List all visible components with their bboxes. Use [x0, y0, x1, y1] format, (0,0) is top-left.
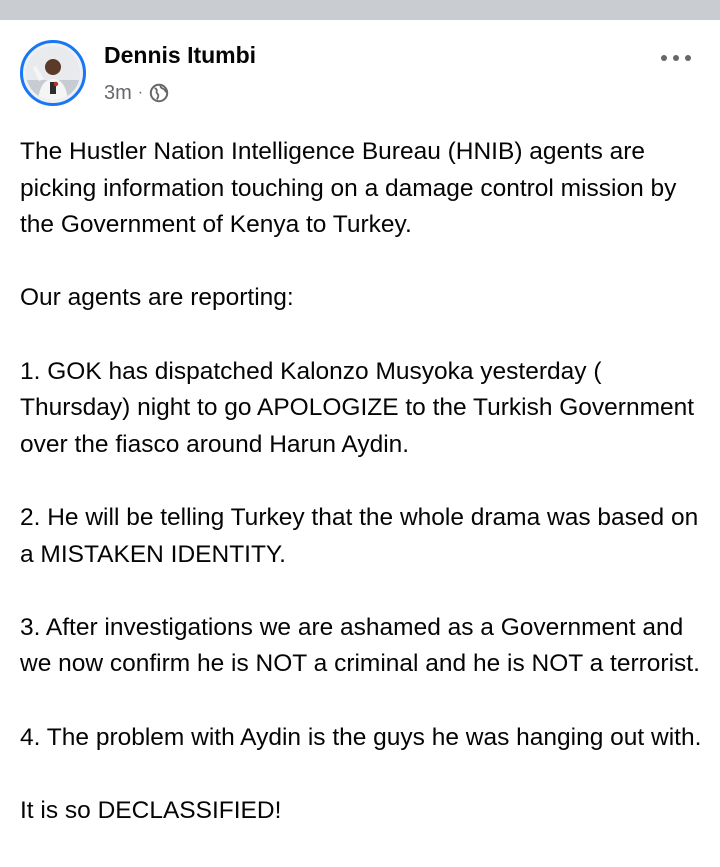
more-options-button[interactable] — [656, 48, 696, 68]
author-name[interactable]: Dennis Itumbi — [104, 42, 256, 69]
globe-icon-graphic — [149, 83, 169, 103]
globe-icon[interactable] — [149, 83, 169, 103]
profile-photo — [26, 46, 80, 100]
avatar[interactable] — [20, 40, 86, 106]
paragraph-point-1: 1. GOK has dispatched Kalonzo Musyoka ye… — [20, 357, 695, 458]
post-timestamp[interactable]: 3m — [104, 82, 132, 105]
more-options-icon — [661, 55, 691, 61]
post-meta: 3m · — [104, 81, 169, 105]
post-card: Dennis Itumbi 3m · The Hustler Nation In… — [0, 20, 720, 867]
meta-separator: · — [137, 84, 144, 101]
paragraph-intro: The Hustler Nation Intelligence Bureau (… — [20, 138, 677, 239]
facebook-post-screen: Dennis Itumbi 3m · The Hustler Nation In… — [0, 0, 720, 867]
paragraph-point-3: 3. After investigations we are ashamed a… — [20, 613, 700, 678]
paragraph-point-2: 2. He will be telling Turkey that the wh… — [20, 503, 699, 568]
top-divider-strip — [0, 0, 720, 20]
person-silhouette-icon — [26, 46, 80, 100]
post-text: The Hustler Nation Intelligence Bureau (… — [20, 134, 710, 866]
paragraph-point-4: 4. The problem with Aydin is the guys he… — [20, 723, 702, 751]
paragraph-reporting: Our agents are reporting: — [20, 284, 294, 312]
paragraph-closing: It is so DECLASSIFIED! — [20, 796, 282, 824]
